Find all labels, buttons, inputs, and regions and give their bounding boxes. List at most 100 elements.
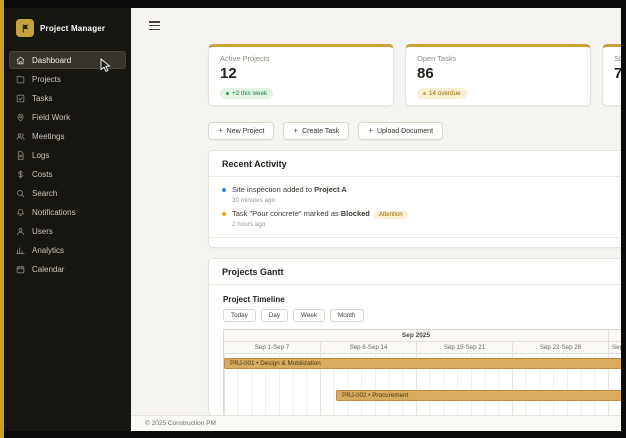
footer-text: © 2025 Construction PM bbox=[145, 420, 216, 427]
user-icon bbox=[16, 227, 25, 236]
sidebar-nav: Dashboard Projects Tasks Field Work Meetings… bbox=[4, 46, 131, 283]
new-project-button[interactable]: + New Project bbox=[208, 122, 275, 140]
activity-text: Site inspection added to Project A bbox=[232, 185, 347, 194]
activity-time: 30 minutes ago bbox=[232, 196, 276, 204]
sidebar-item-field-work[interactable]: Field Work bbox=[9, 108, 126, 126]
stats-row: Active Projects 12 +2 this week Open Tasks 8… bbox=[208, 44, 621, 106]
hamburger-menu-icon[interactable] bbox=[149, 21, 160, 32]
gantt-week-row: Sep 1-Sep 7 Sep 8-Sep 14 Sep 15-Sep 21 Sep … bbox=[224, 342, 621, 354]
sidebar-item-label: Notifications bbox=[32, 207, 76, 217]
badge-dot-icon bbox=[226, 92, 229, 95]
gantt-month-row: Sep 2025 bbox=[224, 330, 621, 342]
gantt-bar-1[interactable]: PRJ-001 • Design & Mobilization bbox=[224, 358, 621, 369]
upload-document-button[interactable]: + Upload Document bbox=[358, 122, 444, 140]
activity-body: Task "Pour concrete" marked as Blocked At… bbox=[232, 209, 408, 228]
plus-icon: + bbox=[293, 126, 299, 135]
gantt-chart: Sep 2025 Sep 1-Sep 7 Sep 8-Sep 14 Sep 15-S… bbox=[223, 329, 621, 415]
folder-icon bbox=[16, 75, 25, 84]
plus-icon: + bbox=[368, 126, 373, 135]
sidebar-item-notifications[interactable]: Notifications bbox=[9, 203, 126, 221]
attention-badge: Attention bbox=[373, 210, 408, 219]
footer: © 2025 Construction PM bbox=[131, 415, 621, 431]
sidebar-item-label: Dashboard bbox=[32, 55, 72, 65]
sidebar-item-label: Analytics bbox=[32, 245, 65, 255]
gantt-title: Projects Gantt bbox=[209, 259, 621, 285]
sidebar-item-costs[interactable]: Costs bbox=[9, 165, 126, 183]
app-window: Project Manager Dashboard Projects Tasks Fi… bbox=[4, 8, 621, 431]
tasks-icon bbox=[16, 94, 25, 103]
gantt-subtitle: Project Timeline bbox=[223, 295, 285, 304]
activity-dot-icon bbox=[222, 211, 226, 216]
stat-badge-label: +2 this week bbox=[232, 90, 268, 97]
stat-label: Ste bbox=[614, 54, 621, 63]
stat-badge-label: 14 overdue bbox=[429, 90, 461, 97]
main-content: Active Projects 12 +2 this week Open Tasks 8… bbox=[131, 8, 621, 431]
stat-card-2: Open Tasks 86 14 overdue bbox=[405, 44, 591, 106]
sidebar-item-label: Field Work bbox=[32, 112, 71, 122]
gantt-week-label: Sep 29-Oct 5 bbox=[608, 342, 621, 353]
view-button-today[interactable]: Today bbox=[223, 309, 256, 322]
sidebar-item-users[interactable]: Users bbox=[9, 222, 126, 240]
stat-card-1: Active Projects 12 +2 this week bbox=[208, 44, 394, 106]
stat-label: Active Projects bbox=[220, 54, 270, 63]
stat-label: Open Tasks bbox=[417, 54, 457, 63]
sidebar-item-label: Logs bbox=[32, 150, 50, 160]
mouse-cursor bbox=[100, 58, 111, 73]
view-button-week[interactable]: Week bbox=[293, 309, 325, 322]
gantt-week-label: Sep 1-Sep 7 bbox=[254, 344, 290, 351]
sidebar-item-label: Meetings bbox=[32, 131, 65, 141]
sidebar-item-label: Users bbox=[32, 226, 53, 236]
sidebar-item-tasks[interactable]: Tasks bbox=[9, 89, 126, 107]
calendar-icon bbox=[16, 265, 25, 274]
gantt-week-label: Sep 8-Sep 14 bbox=[320, 342, 416, 353]
activity-dot-icon bbox=[222, 188, 226, 192]
bell-icon bbox=[16, 208, 25, 217]
activity-body: Site inspection added to Project A 30 min… bbox=[232, 185, 347, 204]
recent-activity-title: Recent Activity bbox=[209, 151, 621, 177]
action-button-label: New Project bbox=[226, 127, 265, 135]
stat-value: 12 bbox=[220, 65, 237, 82]
users-icon bbox=[16, 132, 25, 141]
panel-divider bbox=[209, 237, 621, 238]
activity-item: Task "Pour concrete" marked as Blocked At… bbox=[209, 204, 621, 228]
plus-icon: + bbox=[218, 126, 223, 135]
sidebar: Project Manager Dashboard Projects Tasks Fi… bbox=[4, 8, 131, 431]
file-icon bbox=[16, 150, 25, 160]
main-area: Active Projects 12 +2 this week Open Tasks 8… bbox=[131, 8, 621, 431]
sidebar-item-meetings[interactable]: Meetings bbox=[9, 127, 126, 145]
activity-list: Site inspection added to Project A 30 min… bbox=[209, 177, 621, 228]
stat-value: 86 bbox=[417, 65, 434, 82]
app-logo: Project Manager bbox=[4, 8, 131, 46]
stat-card-3: Ste 7 bbox=[602, 44, 621, 106]
chart-icon bbox=[16, 246, 25, 255]
sidebar-item-analytics[interactable]: Analytics bbox=[9, 241, 126, 259]
badge-dot-icon bbox=[423, 92, 426, 95]
dollar-icon bbox=[16, 169, 25, 179]
map-pin-icon bbox=[16, 113, 25, 122]
sidebar-item-search[interactable]: Search bbox=[9, 184, 126, 202]
action-button-label: Upload Document bbox=[376, 127, 434, 135]
activity-text: Task "Pour concrete" marked as Blocked At… bbox=[232, 209, 408, 219]
gantt-panel: Projects Gantt Project Timeline Today Day… bbox=[208, 258, 621, 416]
gantt-week-label: Sep 22-Sep 28 bbox=[512, 342, 608, 353]
recent-activity-panel: Recent Activity Site inspection added to… bbox=[208, 150, 621, 248]
gantt-week-label: Sep 15-Sep 21 bbox=[416, 342, 512, 353]
gantt-grid: PRJ-001 • Design & Mobilization PRJ-002 •… bbox=[224, 354, 621, 415]
create-task-button[interactable]: + Create Task bbox=[283, 122, 350, 140]
sidebar-item-label: Costs bbox=[32, 169, 53, 179]
stat-badge: 14 overdue bbox=[417, 88, 467, 99]
sidebar-item-logs[interactable]: Logs bbox=[9, 146, 126, 164]
sidebar-item-label: Calendar bbox=[32, 264, 65, 274]
app-title: Project Manager bbox=[40, 23, 106, 33]
activity-item: Site inspection added to Project A 30 min… bbox=[209, 180, 621, 204]
sidebar-item-calendar[interactable]: Calendar bbox=[9, 260, 126, 278]
stat-badge: +2 this week bbox=[220, 88, 274, 99]
actions-row: + New Project + Create Task + Upload Document bbox=[208, 122, 444, 140]
view-button-day[interactable]: Day bbox=[260, 309, 289, 322]
gantt-body: Project Timeline Today Day Week Month Sep 2… bbox=[209, 285, 621, 415]
gantt-month-label: Sep 2025 bbox=[401, 332, 431, 339]
gantt-bar-2[interactable]: PRJ-002 • Procurement bbox=[336, 390, 621, 401]
view-button-month[interactable]: Month bbox=[330, 309, 364, 322]
action-button-label: Create Task bbox=[302, 127, 340, 135]
activity-time: 2 hours ago bbox=[232, 221, 266, 228]
